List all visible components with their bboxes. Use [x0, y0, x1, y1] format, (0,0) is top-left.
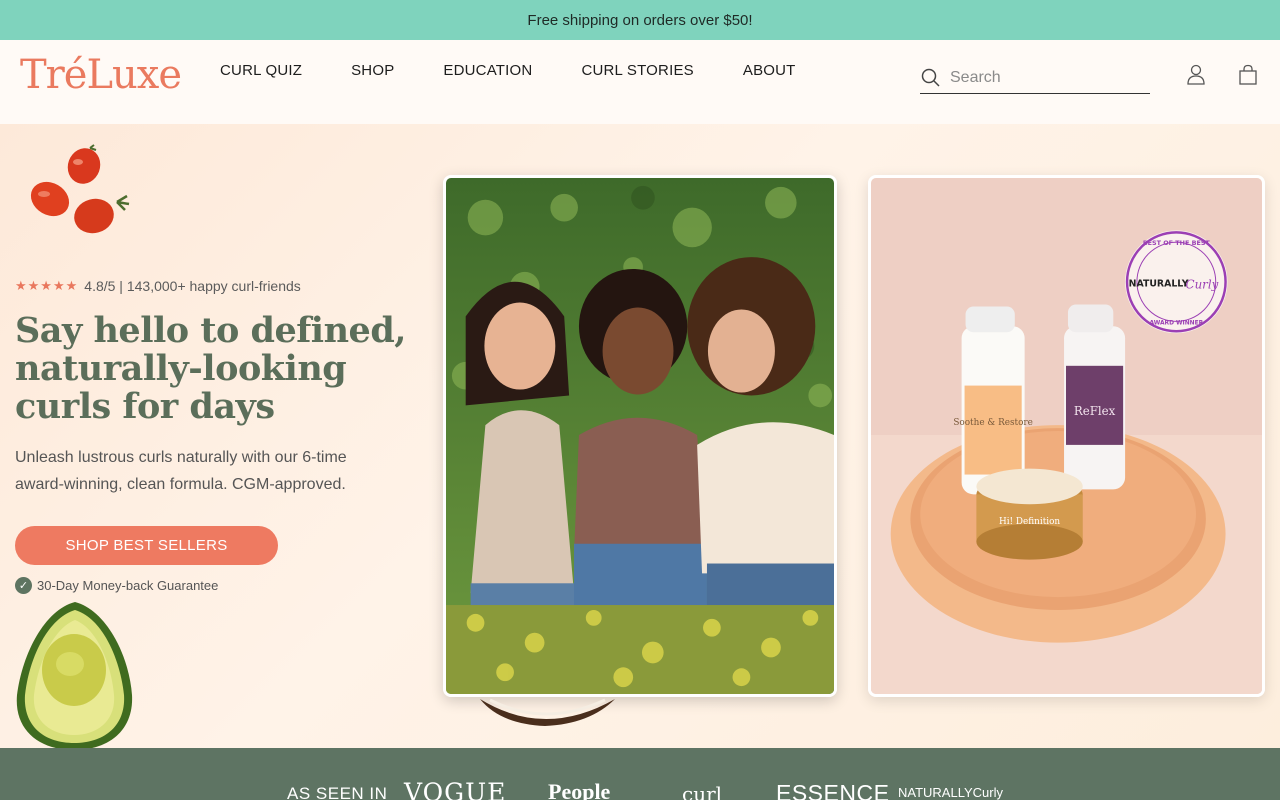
badge-top-text: BEST OF THE BEST — [1143, 239, 1211, 247]
cart-icon[interactable] — [1238, 64, 1258, 86]
badge-brand-script: Curly — [1186, 278, 1219, 292]
hero-section: ★★★★★ 4.8/5 | 143,000+ happy curl-friend… — [0, 124, 1280, 748]
coconut-image — [480, 698, 615, 726]
product-label-definition: Hi! Definition — [999, 517, 1060, 527]
nav-curl-quiz[interactable]: CURL QUIZ — [220, 62, 302, 79]
search-bar[interactable] — [920, 62, 1150, 94]
press-bar: AS SEEN IN VOGUE People curl ESSENCE NAT… — [0, 748, 1280, 800]
hero-title: Say hello to defined, naturally-looking … — [15, 310, 406, 427]
rating-row: ★★★★★ 4.8/5 | 143,000+ happy curl-friend… — [15, 278, 301, 294]
badge-brand-text: NATURALLY — [1129, 279, 1189, 290]
nav-education[interactable]: EDUCATION — [443, 62, 532, 79]
announcement-bar: Free shipping on orders over $50! — [0, 0, 1280, 40]
guarantee-text: 30-Day Money-back Guarantee — [37, 578, 219, 593]
search-input[interactable] — [942, 68, 1132, 87]
product-label-soothe: Soothe & Restore — [953, 418, 1033, 428]
hero-subtitle: Unleash lustrous curls naturally with ou… — [15, 449, 347, 493]
badge-bottom-text: AWARD WINNER — [1149, 320, 1203, 326]
announcement-text: Free shipping on orders over $50! — [527, 11, 753, 29]
brand-logo[interactable]: TréLuxe — [20, 52, 182, 98]
account-icon[interactable] — [1186, 64, 1206, 86]
hero-photo-women — [443, 175, 837, 697]
site-header: TréLuxe CURL QUIZ SHOP EDUCATION CURL ST… — [0, 40, 1280, 124]
nav-shop[interactable]: SHOP — [351, 62, 394, 79]
guarantee-row: ✓ 30-Day Money-back Guarantee — [15, 577, 218, 594]
shop-best-sellers-button[interactable]: SHOP BEST SELLERS — [15, 526, 278, 565]
press-logo-curl: curl — [682, 782, 723, 800]
press-label: AS SEEN IN — [287, 784, 388, 800]
star-rating-icon: ★★★★★ — [15, 278, 79, 293]
tomatoes-image — [30, 144, 130, 234]
avocado-image — [16, 602, 133, 748]
nav-about[interactable]: ABOUT — [743, 62, 796, 79]
press-logo-essence: ESSENCE — [776, 780, 890, 800]
rating-text: 4.8/5 | 143,000+ happy curl-friends — [84, 278, 301, 294]
hero-photo-products: Soothe & Restore ReFlex Hi! Definition B… — [868, 175, 1265, 697]
main-nav: CURL QUIZ SHOP EDUCATION CURL STORIES AB… — [220, 62, 845, 79]
press-logo-people: People — [548, 779, 611, 800]
check-icon: ✓ — [15, 577, 32, 594]
product-label-reflex: ReFlex — [1074, 404, 1116, 418]
press-logo-naturallycurly: NATURALLYCurly — [898, 785, 1003, 800]
search-icon[interactable] — [920, 67, 942, 89]
press-logo-vogue: VOGUE — [404, 778, 507, 800]
nav-curl-stories[interactable]: CURL STORIES — [581, 62, 693, 79]
award-badge-icon: BEST OF THE BEST NATURALLY Curly AWARD W… — [1125, 230, 1228, 334]
